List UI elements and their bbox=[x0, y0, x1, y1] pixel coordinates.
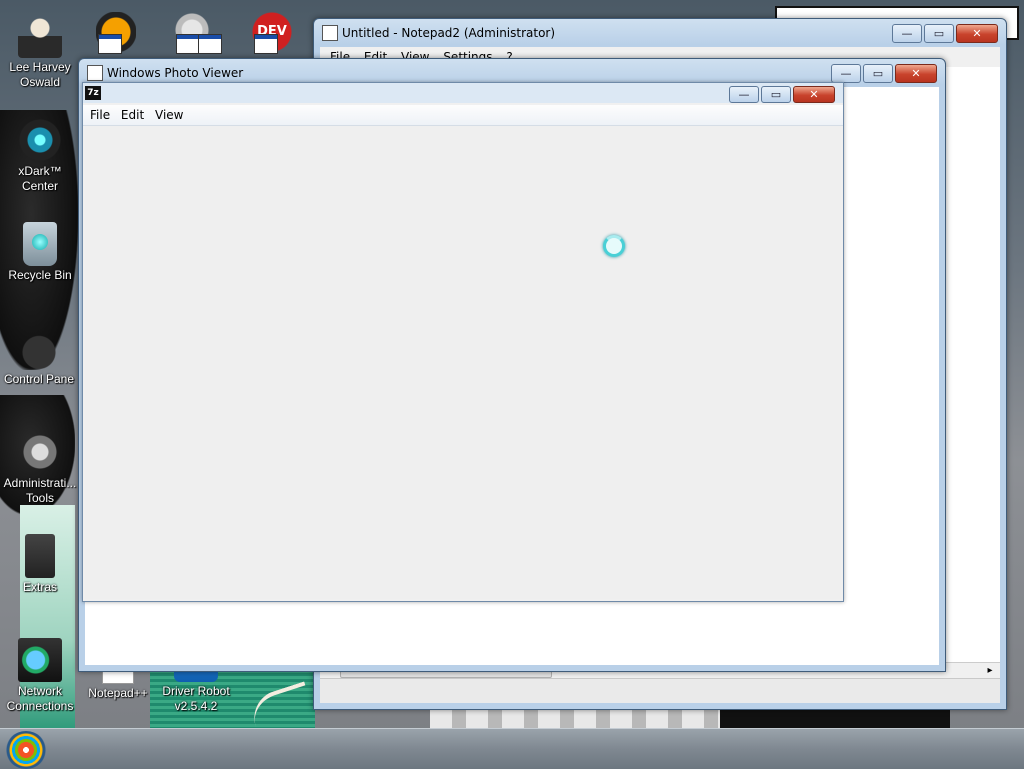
taskbar bbox=[0, 728, 1024, 769]
desktop-icon-recycle-bin[interactable]: Recycle Bin bbox=[1, 222, 79, 283]
start-button[interactable] bbox=[5, 731, 47, 769]
desktop-icon-label: Administrati... Tools bbox=[3, 476, 77, 505]
7zip-icon: 7z bbox=[85, 86, 101, 100]
caption-buttons: — ▭ ✕ bbox=[831, 64, 937, 83]
window-content[interactable] bbox=[85, 126, 841, 599]
desktop-icon-lee-harvey-oswald[interactable]: Lee Harvey Oswald bbox=[1, 14, 79, 90]
shortcut-window-icon bbox=[254, 34, 278, 54]
scroll-right-arrow[interactable]: ▸ bbox=[982, 663, 998, 679]
menu-bar: File Edit View bbox=[83, 105, 843, 126]
menu-view[interactable]: View bbox=[155, 105, 183, 125]
close-button[interactable]: ✕ bbox=[793, 86, 835, 103]
shortcut-window-icon bbox=[176, 34, 200, 54]
desktop-icon-label: Driver Robot v2.5.4.2 bbox=[162, 684, 230, 713]
desktop-icon-label: Network Connections bbox=[6, 684, 74, 713]
close-button[interactable]: ✕ bbox=[956, 24, 998, 43]
desktop-icon-network-connections[interactable]: Network Connections bbox=[1, 638, 79, 714]
desktop-icon-label: Control Pane bbox=[3, 372, 75, 386]
window-title: Untitled - Notepad2 (Administrator) bbox=[342, 26, 556, 40]
maximize-button[interactable]: ▭ bbox=[924, 24, 954, 43]
loading-spinner-icon bbox=[603, 235, 625, 257]
maximize-button[interactable]: ▭ bbox=[863, 64, 893, 83]
minimize-button[interactable]: — bbox=[831, 64, 861, 83]
close-button[interactable]: ✕ bbox=[895, 64, 937, 83]
minimize-button[interactable]: — bbox=[729, 86, 759, 103]
recycle-bin-icon bbox=[23, 222, 57, 266]
window-title: Windows Photo Viewer bbox=[107, 66, 244, 80]
desktop-icon-xdark-center[interactable]: xDark™ Center bbox=[1, 118, 79, 194]
admin-tools-icon bbox=[18, 430, 62, 474]
xdark-icon bbox=[18, 118, 62, 162]
status-bar bbox=[320, 678, 1000, 703]
desktop-icon-label: xDark™ Center bbox=[18, 164, 62, 193]
shortcut-window-icon bbox=[198, 34, 222, 54]
caption-buttons: — ▭ ✕ bbox=[892, 24, 998, 43]
desktop-icon-label: Extras bbox=[22, 580, 57, 594]
network-icon bbox=[18, 638, 62, 682]
menu-edit[interactable]: Edit bbox=[121, 105, 144, 125]
sevenzip-window[interactable]: 7z — ▭ ✕ File Edit View bbox=[82, 82, 844, 602]
menu-file[interactable]: File bbox=[90, 105, 110, 125]
maximize-button[interactable]: ▭ bbox=[761, 86, 791, 103]
desktop-icon-admin-tools[interactable]: Administrati... Tools bbox=[1, 430, 79, 506]
desktop-icon-extras[interactable]: Extras bbox=[1, 534, 79, 595]
control-panel-icon bbox=[17, 326, 61, 370]
extras-icon bbox=[25, 534, 55, 578]
minimize-button[interactable]: — bbox=[892, 24, 922, 43]
photo-viewer-icon bbox=[87, 65, 103, 81]
caption-buttons: — ▭ ✕ bbox=[729, 86, 835, 103]
desktop-icon-control-panel[interactable]: Control Pane bbox=[0, 326, 78, 387]
desktop-icon-label: Recycle Bin bbox=[8, 268, 72, 282]
notepad-icon bbox=[322, 25, 338, 41]
shortcut-window-icon bbox=[98, 34, 122, 54]
person-icon bbox=[18, 14, 62, 58]
desktop-icon-label: Lee Harvey Oswald bbox=[9, 60, 71, 89]
desktop-icon-label: Notepad++ bbox=[88, 686, 148, 700]
